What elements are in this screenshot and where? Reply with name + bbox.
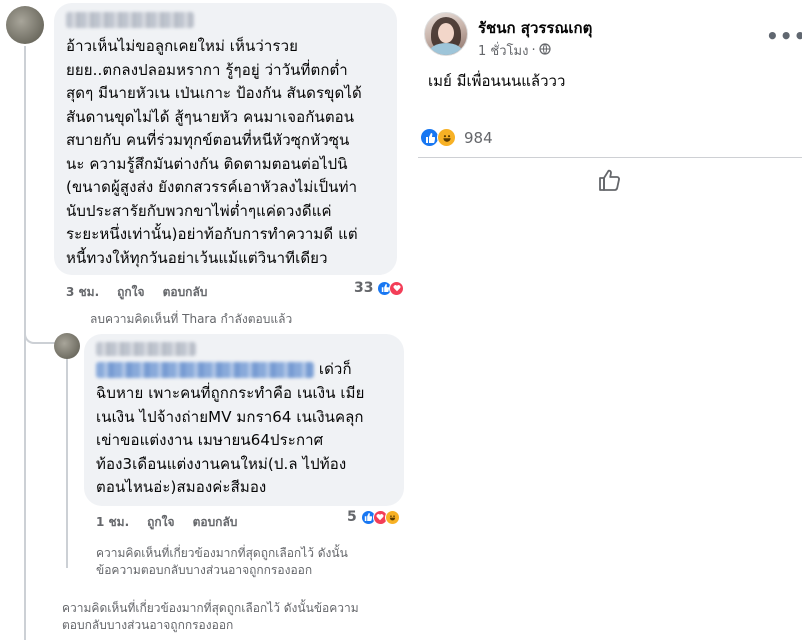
reply-text: ฉิบหาย เพาะคนที่ถูกกระทำคือ เนเงิน เมีย … xyxy=(96,384,365,496)
post-divider xyxy=(418,157,802,158)
commenter-avatar[interactable] xyxy=(6,6,44,44)
thumbs-up-icon[interactable] xyxy=(598,169,622,195)
comment-meta: 3 ชม. ถูกใจ ตอบกลับ xyxy=(66,283,207,302)
reply-text-first-suffix: เด่วก็ xyxy=(314,360,352,378)
reply-commenter-name-redacted[interactable] xyxy=(96,342,196,356)
thread-curve xyxy=(24,300,56,344)
post-reaction-count: 984 xyxy=(464,128,493,147)
filtered-replies-note-inner: ความคิดเห็นที่เกี่ยวข้องมากที่สุดถูกเลือ… xyxy=(96,546,348,577)
mentioned-name-redacted[interactable] xyxy=(96,362,314,378)
post-author-avatar[interactable] xyxy=(424,12,468,56)
haha-icon xyxy=(437,128,456,147)
reply-meta: 1 ชม. ถูกใจ ตอบกลับ xyxy=(96,513,237,532)
post-time[interactable]: 1 ชั่วโมง · xyxy=(478,40,551,61)
comment-text: อ้าวเห็นไม่ขอลูกเคยใหม่ เห็นว่ารวย ยยย..… xyxy=(66,37,362,267)
love-reaction-icon xyxy=(389,280,405,296)
commenter-name-redacted[interactable] xyxy=(66,12,194,28)
comment-reply-button[interactable]: ตอบกลับ xyxy=(163,283,208,302)
reply-time[interactable]: 1 ชม. xyxy=(96,513,129,532)
filtered-replies-note-outer: ความคิดเห็นที่เกี่ยวข้องมากที่สุดถูกเลือ… xyxy=(62,601,359,632)
more-dots-icon[interactable]: ••• xyxy=(766,24,802,48)
thread-line xyxy=(66,338,68,568)
comment-like-button[interactable]: ถูกใจ xyxy=(117,283,144,302)
reply-reply-button[interactable]: ตอบกลับ xyxy=(193,513,238,532)
comment-time[interactable]: 3 ชม. xyxy=(66,283,99,302)
haha-reaction-icon xyxy=(384,509,400,525)
reply-reactions[interactable]: 5 xyxy=(347,509,400,525)
reply-like-button[interactable]: ถูกใจ xyxy=(147,513,174,532)
post-text: เมย์ มีเพื่อนนนแล้ววว xyxy=(428,72,566,90)
post-author-name[interactable]: รัชนก สุวรรณเกตุ xyxy=(478,16,592,40)
reply-commenter-avatar[interactable] xyxy=(54,333,80,359)
reply-indicator: ลบความคิดเห็นที่ Thara กำลังตอบแล้ว xyxy=(90,312,293,326)
comment-reactions[interactable]: 33 xyxy=(354,280,405,296)
thread-line xyxy=(24,46,26,640)
globe-icon xyxy=(538,42,551,59)
reaction-count: 5 xyxy=(347,509,357,525)
post-reactions[interactable]: 984 xyxy=(420,128,493,147)
reaction-count: 33 xyxy=(354,280,374,296)
